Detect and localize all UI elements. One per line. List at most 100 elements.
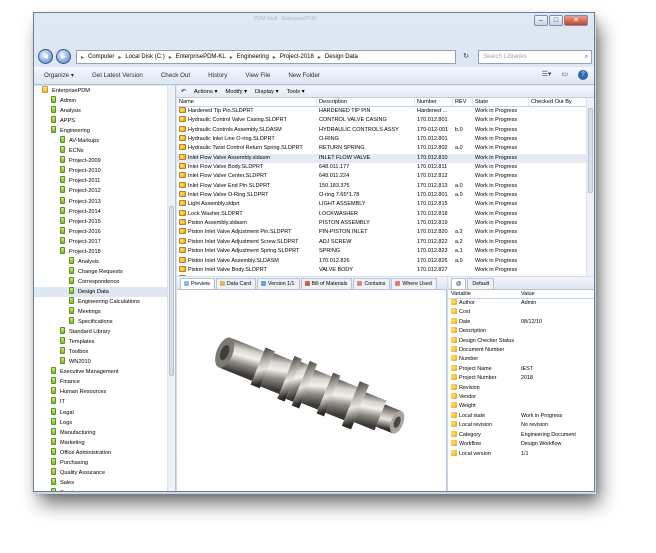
tree-item[interactable]: Analysis (34, 106, 175, 116)
tree-item[interactable]: Office Administration (34, 447, 175, 458)
tree-item[interactable]: Specifications (34, 317, 175, 327)
table-row[interactable]: Inlet Flow Valve Center.SLDPRT 648.011.22… (177, 172, 594, 181)
command-0[interactable]: Organize ▾ (44, 72, 74, 79)
tree-item[interactable]: Meetings (34, 307, 175, 317)
property-row[interactable]: Revision (448, 383, 594, 393)
breadcrumb-item[interactable]: Computer (88, 54, 114, 60)
menu-3[interactable]: Tools ▾ (287, 89, 305, 95)
tree-item[interactable]: Service (34, 487, 175, 491)
tree-item[interactable]: Legal (34, 407, 175, 418)
column-header[interactable]: Number (415, 98, 453, 106)
column-header[interactable]: REV (453, 98, 473, 106)
property-row[interactable]: Weight (448, 402, 594, 411)
tree-item[interactable]: Project-2015 (34, 216, 175, 227)
tree-item[interactable]: Project-2016 (34, 226, 175, 237)
back-button[interactable]: ◄ (38, 49, 53, 64)
breadcrumb-item[interactable]: Design Data (325, 54, 358, 60)
tab-0[interactable]: Preview (180, 278, 215, 289)
tree-item[interactable]: Project-2012 (34, 186, 175, 196)
tab-2[interactable]: Version 1/1 (257, 278, 300, 289)
breadcrumb-item[interactable]: Engineering (237, 54, 269, 60)
table-row[interactable]: Hardened Tip Pin.SLDPRT HARDENED TIP PIN H… (177, 107, 594, 116)
tree-item[interactable]: Change Requests (34, 266, 175, 277)
table-row[interactable]: Piston Assembly.sldasm PISTON ASSEMBLY 170… (177, 219, 594, 228)
property-row[interactable]: Date 08/12/10 (448, 317, 594, 327)
table-row[interactable]: Lock Washer.SLDPRT LOCKWASHER 170.012.818 W… (177, 209, 594, 219)
property-row[interactable]: Local revision No revision (448, 421, 594, 430)
table-row[interactable]: Piston Inlet Valve Pin.SLDPRTVALVE PIN17… (177, 275, 594, 276)
property-row[interactable]: Project Name tEST (448, 364, 594, 374)
minimize-button[interactable]: – (534, 15, 548, 26)
tree-item[interactable]: Project-2017 (34, 236, 175, 247)
tree-item[interactable]: EnterprisePDM (34, 86, 175, 96)
command-1[interactable]: Get Latest Version (92, 72, 143, 79)
tree-item[interactable]: Executive Management (34, 367, 175, 377)
property-row[interactable]: Local version 1/1 (448, 449, 594, 459)
table-row[interactable]: Hydraulic Controls Assembly.SLDASM HYDRAU… (177, 125, 594, 135)
close-button[interactable]: ✕ (564, 15, 588, 26)
property-row[interactable]: Design Checker Status (448, 336, 594, 346)
table-row[interactable]: Piston Inlet Valve Assembly.SLDASM 170.01… (177, 256, 594, 266)
tree-item[interactable]: Finance (34, 377, 175, 387)
tree-item[interactable]: Project-2018 (34, 246, 175, 257)
tab-3[interactable]: Bill of Materials (300, 278, 353, 289)
property-row[interactable]: Category Engineering Document (448, 430, 594, 440)
breadcrumb-item[interactable]: Project-2018 (280, 54, 314, 60)
tree-item[interactable]: Toolbox (34, 347, 175, 357)
tab-1[interactable]: Data Card (215, 278, 256, 289)
address-bar[interactable]: ▸ Computer ▸ Local Disk (C:) ▸ EnterprisePDM-… (76, 50, 456, 64)
table-row[interactable]: Hydraulic Inlet Line O-ring.SLDPRT O-RING… (177, 135, 594, 144)
table-row[interactable]: Light Assembly.sldprt LIGHT ASSEMBLY 170.0… (177, 200, 594, 209)
table-row[interactable]: Piston Inlet Valve Adjustment Pin.SLDPRT… (177, 228, 594, 237)
tree-item[interactable]: Project-2011 (34, 176, 175, 186)
tree-item[interactable]: Project-2014 (34, 206, 175, 217)
table-row[interactable]: Piston Inlet Valve Adjustment Spring.SLD… (177, 247, 594, 256)
tree-item[interactable]: Engineering Calculations (34, 296, 175, 307)
tree-item[interactable]: Admin (34, 96, 175, 106)
tree-item[interactable]: APPS (34, 116, 175, 126)
tree-item[interactable]: Standard Library (34, 327, 175, 337)
tree-item[interactable]: Project-2009 (34, 156, 175, 166)
column-header[interactable]: Name (177, 98, 317, 106)
file-list-scrollbar[interactable] (586, 98, 594, 276)
table-row[interactable]: Inlet Flow Valve O-Ring.SLDPRT O-ring 7.6… (177, 191, 594, 200)
refresh-icon[interactable]: ↻ (458, 50, 474, 64)
tree-item[interactable]: Analysis (34, 256, 175, 267)
tab-4[interactable]: Contains (353, 278, 391, 289)
tree-item[interactable]: Sales (34, 477, 175, 488)
property-row[interactable]: Cost (448, 308, 594, 317)
tree-item[interactable]: Purchasing (34, 457, 175, 468)
command-3[interactable]: History (208, 72, 227, 79)
menu-0[interactable]: Actions ▾ (194, 89, 218, 95)
table-row[interactable]: Hydraulic Twist Control Return Spring.SL… (177, 144, 594, 153)
table-row[interactable]: Piston Inlet Valve Adjustment Screw.SLDP… (177, 237, 594, 247)
property-row[interactable]: Description (448, 327, 594, 336)
table-row[interactable]: Piston Inlet Valve Body.SLDPRT VALVE BODY… (177, 265, 594, 275)
tree-item[interactable]: AV-Markups (34, 136, 175, 146)
preview-pane-icon[interactable]: ▭ (561, 70, 568, 80)
tree-scrollbar[interactable] (167, 86, 175, 491)
command-4[interactable]: View File (245, 72, 270, 79)
tab-5[interactable]: Where Used (391, 278, 437, 289)
tree-item[interactable]: Project-2010 (34, 166, 175, 176)
table-row[interactable]: Hydraulic Control Valve Casing.SLDPRT CON… (177, 116, 594, 125)
property-row[interactable]: Document Number (448, 346, 594, 355)
tree-item[interactable]: Logs (34, 417, 175, 428)
command-2[interactable]: Check Out (161, 72, 190, 79)
property-row[interactable]: Author Admin (448, 299, 594, 308)
tab-config-icon[interactable]: @ (451, 278, 467, 289)
property-row[interactable]: Workflow Design Workflow (448, 440, 594, 449)
table-row[interactable]: Inlet Flow Valve Assembly.sldasm INLET FL… (177, 153, 594, 164)
property-row[interactable]: Project Number 2018 (448, 374, 594, 383)
breadcrumb-item[interactable]: EnterprisePDM-KL (176, 54, 226, 60)
tree-item[interactable]: Design Data (34, 286, 175, 297)
tree-item[interactable]: Marketing (34, 437, 175, 448)
tree-item[interactable]: IT (34, 397, 175, 407)
tab-default[interactable]: Default (467, 278, 495, 289)
tree-item[interactable]: Project-2013 (34, 196, 175, 207)
tree-item[interactable]: WN2010 (34, 357, 175, 367)
column-header[interactable]: Description (317, 98, 415, 106)
tree-item[interactable]: Correspondence (34, 276, 175, 287)
property-row[interactable]: Local state Work in Progress (448, 411, 594, 421)
tree-item[interactable]: Human Resources (34, 387, 175, 397)
